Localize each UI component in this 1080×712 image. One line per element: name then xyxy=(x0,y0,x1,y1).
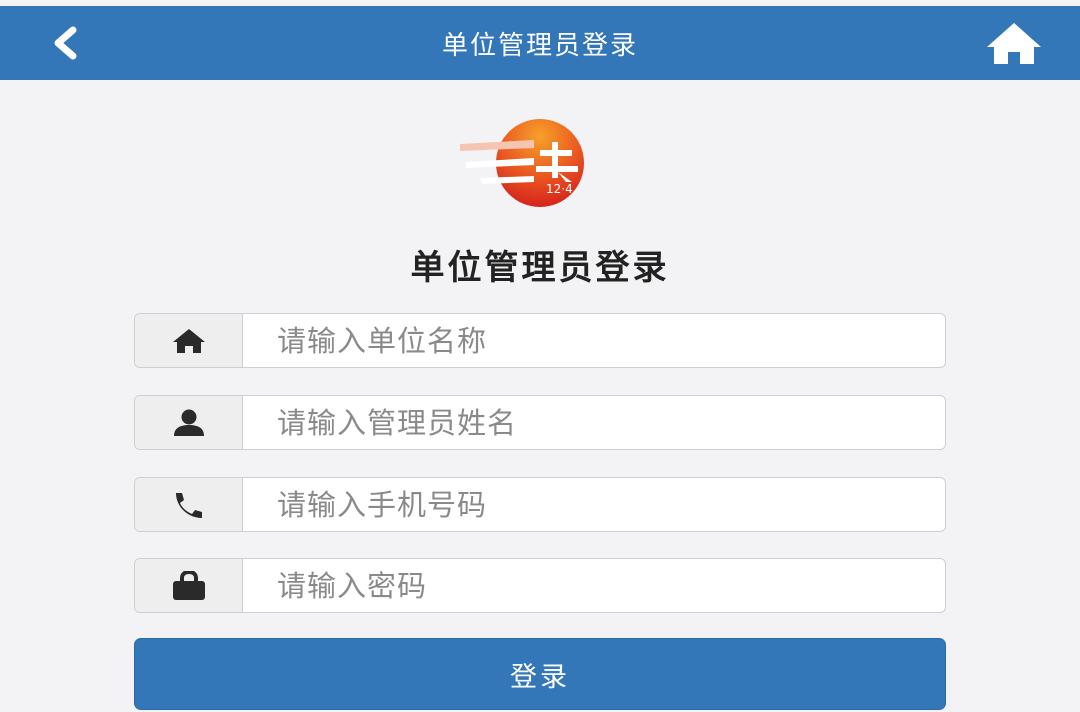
chevron-left-icon xyxy=(54,26,77,60)
page-heading: 单位管理员登录 xyxy=(410,248,670,288)
phone-addon xyxy=(135,478,243,531)
nav-title: 单位管理员登录 xyxy=(441,30,638,61)
back-button[interactable] xyxy=(40,20,90,66)
phone-field xyxy=(134,477,946,532)
phone-icon xyxy=(175,492,202,518)
user-icon xyxy=(173,409,204,436)
home-icon xyxy=(172,328,205,353)
password-field xyxy=(134,558,946,613)
home-icon xyxy=(987,23,1041,64)
logo-text: 12·4 xyxy=(546,182,573,196)
home-button[interactable] xyxy=(982,18,1046,68)
admin-name-addon xyxy=(135,396,243,449)
app-logo: 12·4 xyxy=(460,118,618,208)
login-button[interactable]: 登录 xyxy=(134,638,946,710)
unit-name-addon xyxy=(135,314,243,367)
unit-name-input[interactable] xyxy=(243,314,945,367)
password-input[interactable] xyxy=(243,559,945,612)
admin-name-input[interactable] xyxy=(243,396,945,449)
top-nav-bar: 单位管理员登录 xyxy=(0,6,1080,80)
admin-name-field xyxy=(134,395,946,450)
phone-input[interactable] xyxy=(243,478,945,531)
password-addon xyxy=(135,559,243,612)
lock-icon xyxy=(172,570,205,600)
unit-name-field xyxy=(134,313,946,368)
